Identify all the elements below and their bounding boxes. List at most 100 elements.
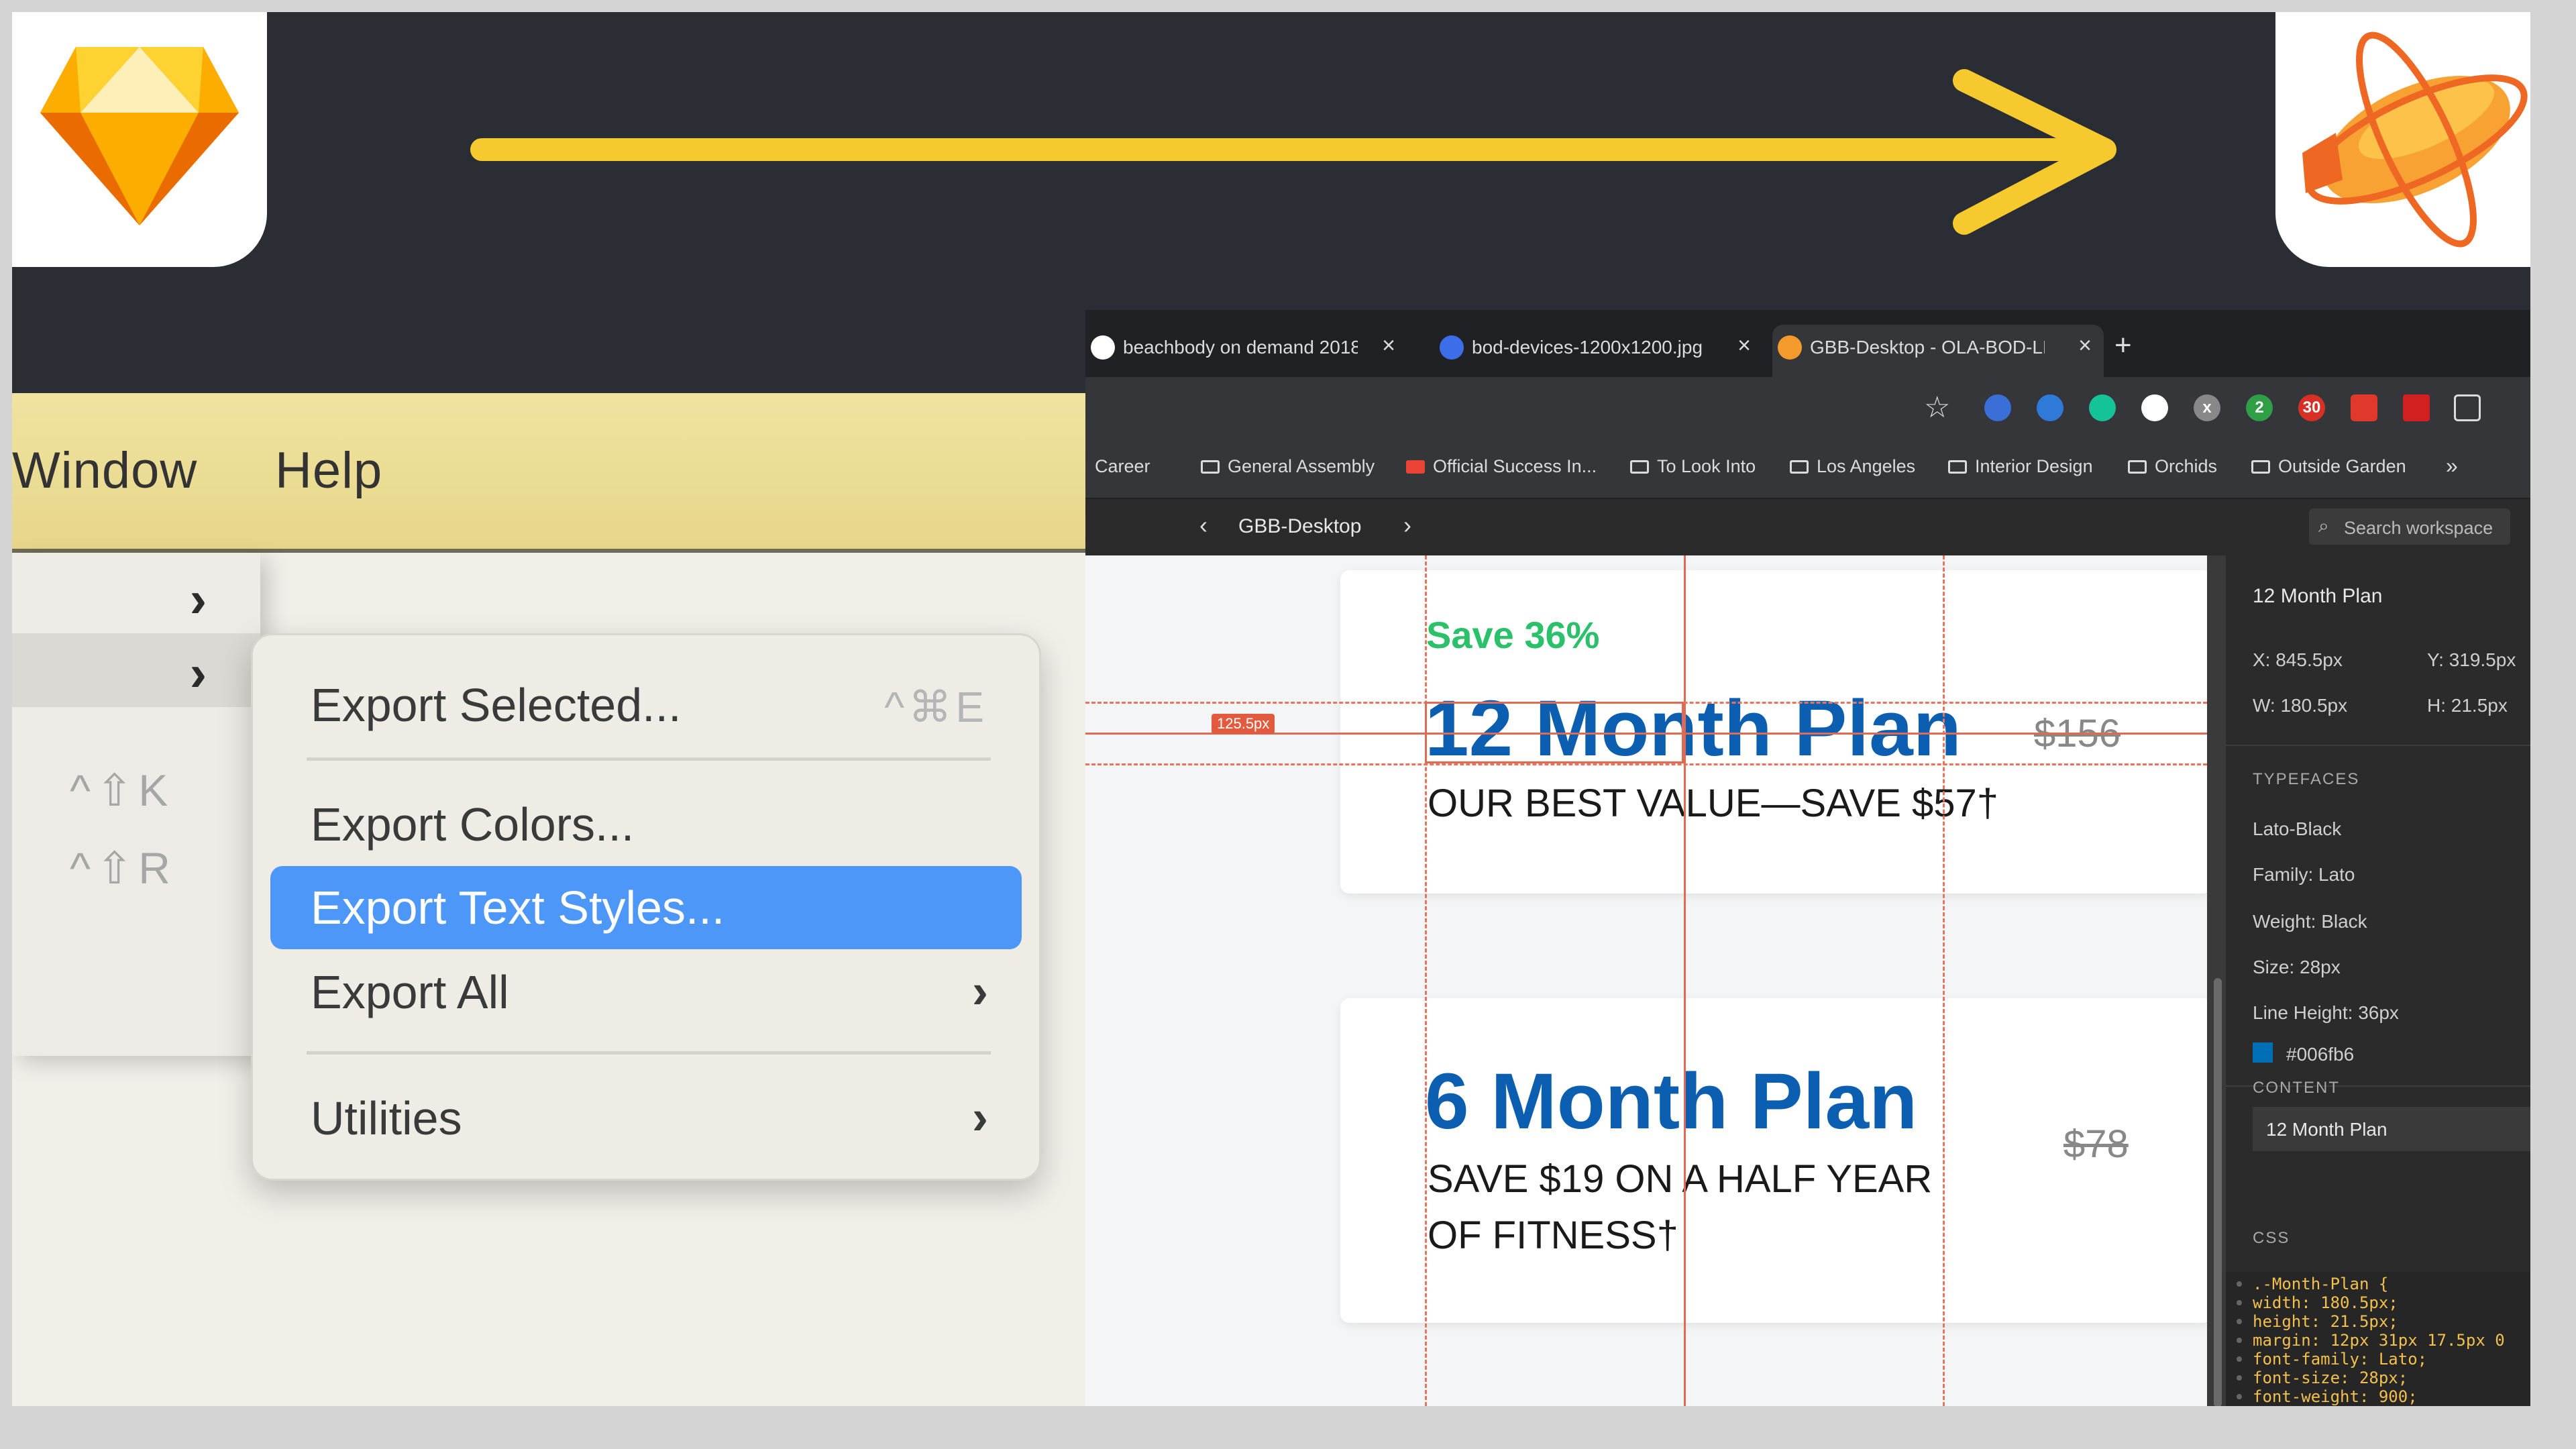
zeplin-logo-tile <box>2275 12 2530 267</box>
old-price: $78 <box>2063 1122 2129 1166</box>
search-workspace-input[interactable]: ⌕ Search workspace <box>2309 508 2510 545</box>
content-text-box[interactable]: 12 Month Plan <box>2253 1107 2530 1151</box>
folder-icon <box>1948 460 1967 474</box>
css-line: margin: 12px 31px 17.5px 0 <box>2253 1331 2505 1350</box>
menu-item-label: Export All <box>311 966 509 1018</box>
plugins-menu: › › ^⇧K ^⇧R <box>12 553 260 1056</box>
bookmarks-bar: Career General Assembly Official Success… <box>1085 441 2530 499</box>
menu-help[interactable]: Help <box>275 441 382 500</box>
thumbnail-frame: Window Help › › ^⇧K ^⇧R Export Selected.… <box>12 12 2530 1406</box>
menu-item-export-colors[interactable]: Export Colors... <box>270 783 1022 866</box>
export-submenu: Export Selected... ^⌘E Export Colors... … <box>251 633 1041 1181</box>
bookmark-label: Career <box>1095 456 1150 476</box>
zeplin-favicon <box>1778 335 1802 360</box>
extension-badge-icon[interactable]: 2 <box>2246 394 2273 421</box>
y-value: Y: 319.5px <box>2427 649 2516 670</box>
tab-zeplin-active[interactable]: GBB-Desktop - OLA-BOD-LP × <box>1772 325 2104 377</box>
menu-item-utilities[interactable]: Utilities › <box>270 1077 1022 1160</box>
bookmark-official-success[interactable]: Official Success In... <box>1406 456 1597 477</box>
bookmark-general-assembly[interactable]: General Assembly <box>1201 456 1375 477</box>
bookmark-career[interactable]: Career <box>1095 456 1150 477</box>
chevron-left-icon[interactable]: ‹ <box>1199 511 1208 539</box>
distance-label: 125.5px <box>1212 714 1275 734</box>
menu-item-export-text-styles[interactable]: Export Text Styles... <box>270 866 1022 949</box>
inspector-panel: 12 Month Plan X: 845.5px Y: 319.5px W: 1… <box>2226 555 2530 1406</box>
css-line: width: 180.5px; <box>2253 1293 2398 1312</box>
line-marker <box>2237 1338 2242 1343</box>
color-hex[interactable]: #006fb6 <box>2286 1044 2354 1065</box>
typeface-name: Lato-Black <box>2253 818 2342 839</box>
folder-icon <box>2251 460 2270 474</box>
canvas-scrollbar[interactable] <box>2207 555 2227 1406</box>
chevron-right-icon[interactable]: › <box>1403 511 1411 539</box>
section-heading: TYPEFACES <box>2253 770 2360 788</box>
search-placeholder: Search workspace <box>2344 518 2493 538</box>
bookmark-label: Interior Design <box>1975 456 2093 476</box>
line-marker <box>2237 1281 2242 1287</box>
line-marker <box>2237 1394 2242 1399</box>
menu-separator <box>307 757 991 761</box>
width-value: W: 180.5px <box>2253 695 2348 716</box>
wordpress-icon <box>1440 335 1464 360</box>
tab-image[interactable]: bod-devices-1200x1200.jpg × <box>1434 325 1763 377</box>
css-code-block[interactable]: .-Month-Plan { width: 180.5px; height: 2… <box>2226 1272 2530 1406</box>
search-icon: ⌕ <box>2318 515 2329 536</box>
acrobat-icon[interactable] <box>2403 394 2430 421</box>
css-line: .-Month-Plan { <box>2253 1275 2389 1293</box>
menu-item-label: Utilities <box>311 1092 462 1144</box>
color-swatch[interactable] <box>2253 1042 2273 1063</box>
font-family-value: Family: Lato <box>2253 864 2355 885</box>
extension-icon[interactable] <box>2037 394 2063 421</box>
close-icon[interactable]: × <box>1737 333 1751 359</box>
bookmark-label: Official Success In... <box>1433 456 1597 476</box>
sketch-menu-pane: Window Help › › ^⇧K ^⇧R Export Selected.… <box>12 393 1085 1406</box>
bookmark-star-icon[interactable]: ☆ <box>1924 390 1950 425</box>
parent-menu-item[interactable]: › <box>12 559 260 633</box>
grammarly-icon[interactable] <box>2089 394 2116 421</box>
extension-s-icon[interactable] <box>2141 394 2168 421</box>
1password-icon[interactable] <box>1984 394 2011 421</box>
tab-title: beachbody on demand 2018 - <box>1123 337 1358 358</box>
scrollbar-thumb[interactable] <box>2214 978 2222 1406</box>
tab-google-search[interactable]: beachbody on demand 2018 - × <box>1085 325 1407 377</box>
menu-item-export-selected[interactable]: Export Selected... ^⌘E <box>270 663 1022 747</box>
todoist-icon[interactable] <box>2351 394 2377 421</box>
menu-window[interactable]: Window <box>12 441 197 500</box>
menu-item-label: Export Text Styles... <box>311 881 725 934</box>
layer-name: 12 Month Plan <box>2253 585 2383 607</box>
parent-menu-item-active[interactable]: › <box>12 633 260 707</box>
line-marker <box>2237 1375 2242 1381</box>
folder-icon <box>1201 460 1220 474</box>
bookmark-orchids[interactable]: Orchids <box>2128 456 2217 477</box>
bookmark-label: Los Angeles <box>1817 456 1916 476</box>
close-icon[interactable]: × <box>2078 333 2092 359</box>
bookmark-label: Outside Garden <box>2278 456 2406 476</box>
sketch-logo-tile <box>12 12 267 267</box>
css-line: font-family: Lato; <box>2253 1350 2428 1368</box>
bookmark-los-angeles[interactable]: Los Angeles <box>1790 456 1915 477</box>
close-icon[interactable]: × <box>1382 333 1395 359</box>
extension-badge-icon[interactable]: x <box>2194 394 2220 421</box>
chevron-right-icon: › <box>189 571 207 628</box>
tab-strip: beachbody on demand 2018 - × bod-devices… <box>1085 310 2530 377</box>
extensions-puzzle-icon[interactable] <box>2454 394 2481 421</box>
css-line: font-size: 28px; <box>2253 1368 2408 1387</box>
x-value: X: 845.5px <box>2253 649 2343 670</box>
menu-item-export-all[interactable]: Export All › <box>270 951 1022 1034</box>
extension-badge-icon[interactable]: 30 <box>2298 394 2325 421</box>
bookmark-to-look-into[interactable]: To Look Into <box>1630 456 1756 477</box>
bookmark-label: General Assembly <box>1228 456 1375 476</box>
screen-breadcrumb[interactable]: GBB-Desktop <box>1238 515 1361 538</box>
content-text: 12 Month Plan <box>2266 1119 2387 1140</box>
new-tab-icon[interactable]: + <box>2114 329 2132 362</box>
plan-title-6-month[interactable]: 6 Month Plan <box>1425 1056 1917 1147</box>
chevron-right-icon: › <box>189 645 207 702</box>
macos-menubar: Window Help <box>12 393 1085 553</box>
line-marker <box>2237 1319 2242 1324</box>
tab-title: bod-devices-1200x1200.jpg <box>1472 337 1703 358</box>
bookmark-interior-design[interactable]: Interior Design <box>1948 456 2093 477</box>
folder-icon <box>2128 460 2147 474</box>
bookmark-outside-garden[interactable]: Outside Garden <box>2251 456 2406 477</box>
section-heading: CSS <box>2253 1229 2290 1247</box>
more-bookmarks-icon[interactable]: » <box>2446 453 2458 478</box>
